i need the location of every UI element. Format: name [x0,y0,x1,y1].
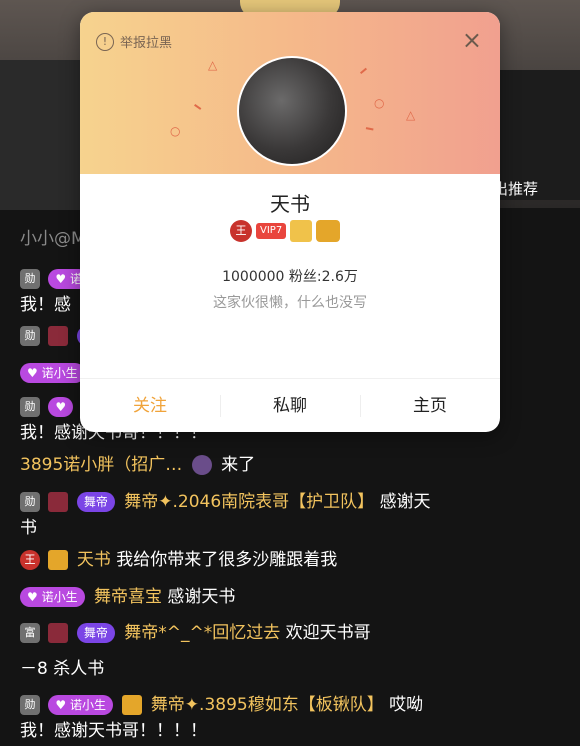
level-badge-icon: 富 [20,623,40,643]
circle-icon: ○ [170,124,181,138]
avatar [191,455,212,475]
chat-line: 书 [20,515,566,541]
chat-username[interactable]: 舞帝✦.3895穆如东【板锹队】 [151,695,384,715]
fans-count: 粉丝:2.6万 [288,269,358,285]
chat-message: 感谢天书 [167,587,236,607]
chat-message: 我！感 [20,295,71,315]
alert-icon: ! [96,32,114,51]
line-icon: ━ [356,63,371,79]
chat-message: 我给你带来了很多沙雕跟着我 [116,550,338,570]
video-object [0,60,80,210]
chat-message: 欢迎天书哥 [285,623,371,643]
profile-card-header: ! 举报拉黑 × △ ○ ━ ━ ○ △ ━ [80,12,500,174]
level-badge-icon: 勋 [20,269,40,289]
chat-line: ♥ 诺小生 舞帝喜宝 感谢天书 [20,584,566,610]
chat-line: 王 天书 我给你带来了很多沙雕跟着我 [20,547,566,573]
profile-avatar[interactable] [237,56,347,166]
chat-line: 勋 ♥ 诺小生 舞帝✦.3895穆如东【板锹队】 哎呦 [20,692,566,718]
fan-badge: ♥ 诺小生 [20,587,85,607]
fan-badge: ♥ [48,397,74,417]
close-icon[interactable]: × [462,26,482,54]
profile-username: 天书 [270,192,310,216]
chat-username[interactable]: 天书 [77,550,111,570]
triangle-icon: △ [208,58,218,72]
gift-icon [48,492,69,512]
report-block-label: 举报拉黑 [120,36,173,51]
arrival-line: 3895诺小胖（招广… 来了 [20,452,566,478]
chat-message: 我！感谢天书哥！！！！ [20,721,207,741]
profile-actions: 关注 私聊 主页 [80,378,500,432]
chat-message: 哎呦 [389,695,424,715]
chat-message: －8 杀人书 [20,659,105,679]
follow-button[interactable]: 关注 [80,379,220,432]
level-badge-icon: 勋 [20,326,40,346]
profile-badges: 王 VIP7 [230,220,341,242]
king-badge-icon: 王 [230,220,252,242]
private-message-button[interactable]: 私聊 [220,379,360,432]
arrival-action: 来了 [221,455,256,475]
arrival-username[interactable]: 3895诺小胖（招广… [20,455,182,475]
room-name: 小小@M [20,229,86,249]
chat-line: 富 舞帝 舞帝*^_^*回忆过去 欢迎天书哥 [20,620,566,646]
crown-badge-icon [316,220,341,242]
shirt-icon [48,550,69,570]
king-badge-icon: 王 [20,550,40,570]
report-block-button[interactable]: ! 举报拉黑 [96,32,172,51]
fan-badge: ♥ 诺小生 [48,695,113,715]
profile-stats: 1000000 粉丝:2.6万 [80,266,500,286]
chat-line: 我！感谢天书哥！！！！ [20,718,566,744]
vip-badge: VIP7 [256,223,287,239]
line-icon: ━ [364,121,375,137]
chat-message: 书 [20,518,37,538]
gift-icon [48,623,69,643]
chat-username[interactable]: 舞帝✦.2046南院表哥【护卫队】 [124,492,374,512]
fan-badge: 舞帝 [76,623,115,643]
triangle-icon: △ [406,108,416,122]
level-badge-icon: 勋 [20,492,40,512]
profile-card: ! 举报拉黑 × △ ○ ━ ━ ○ △ ━ 天书 王 VIP7 1000000… [80,12,500,432]
user-id: 1000000 [222,269,285,285]
homepage-button[interactable]: 主页 [360,379,500,432]
chat-username[interactable]: 舞帝*^_^*回忆过去 [124,623,280,643]
chat-line: 勋 舞帝 舞帝✦.2046南院表哥【护卫队】 感谢天 [20,489,566,515]
level-badge-icon: 勋 [20,695,40,715]
chat-message: 感谢天 [379,492,431,512]
circle-icon: ○ [374,96,385,110]
profile-bio: 这家伙很懒，什么也没写 [213,295,367,311]
chat-username[interactable]: 舞帝喜宝 [94,587,162,607]
chat-line: －8 杀人书 [20,656,566,682]
wing-badge-icon [290,220,313,242]
fan-badge: ♥ 诺小生 [20,363,85,383]
shirt-icon [122,695,143,715]
fan-badge: 舞帝 [76,492,115,512]
level-badge-icon: 勋 [20,397,40,417]
line-icon: ━ [190,99,205,115]
gift-icon [48,326,69,346]
